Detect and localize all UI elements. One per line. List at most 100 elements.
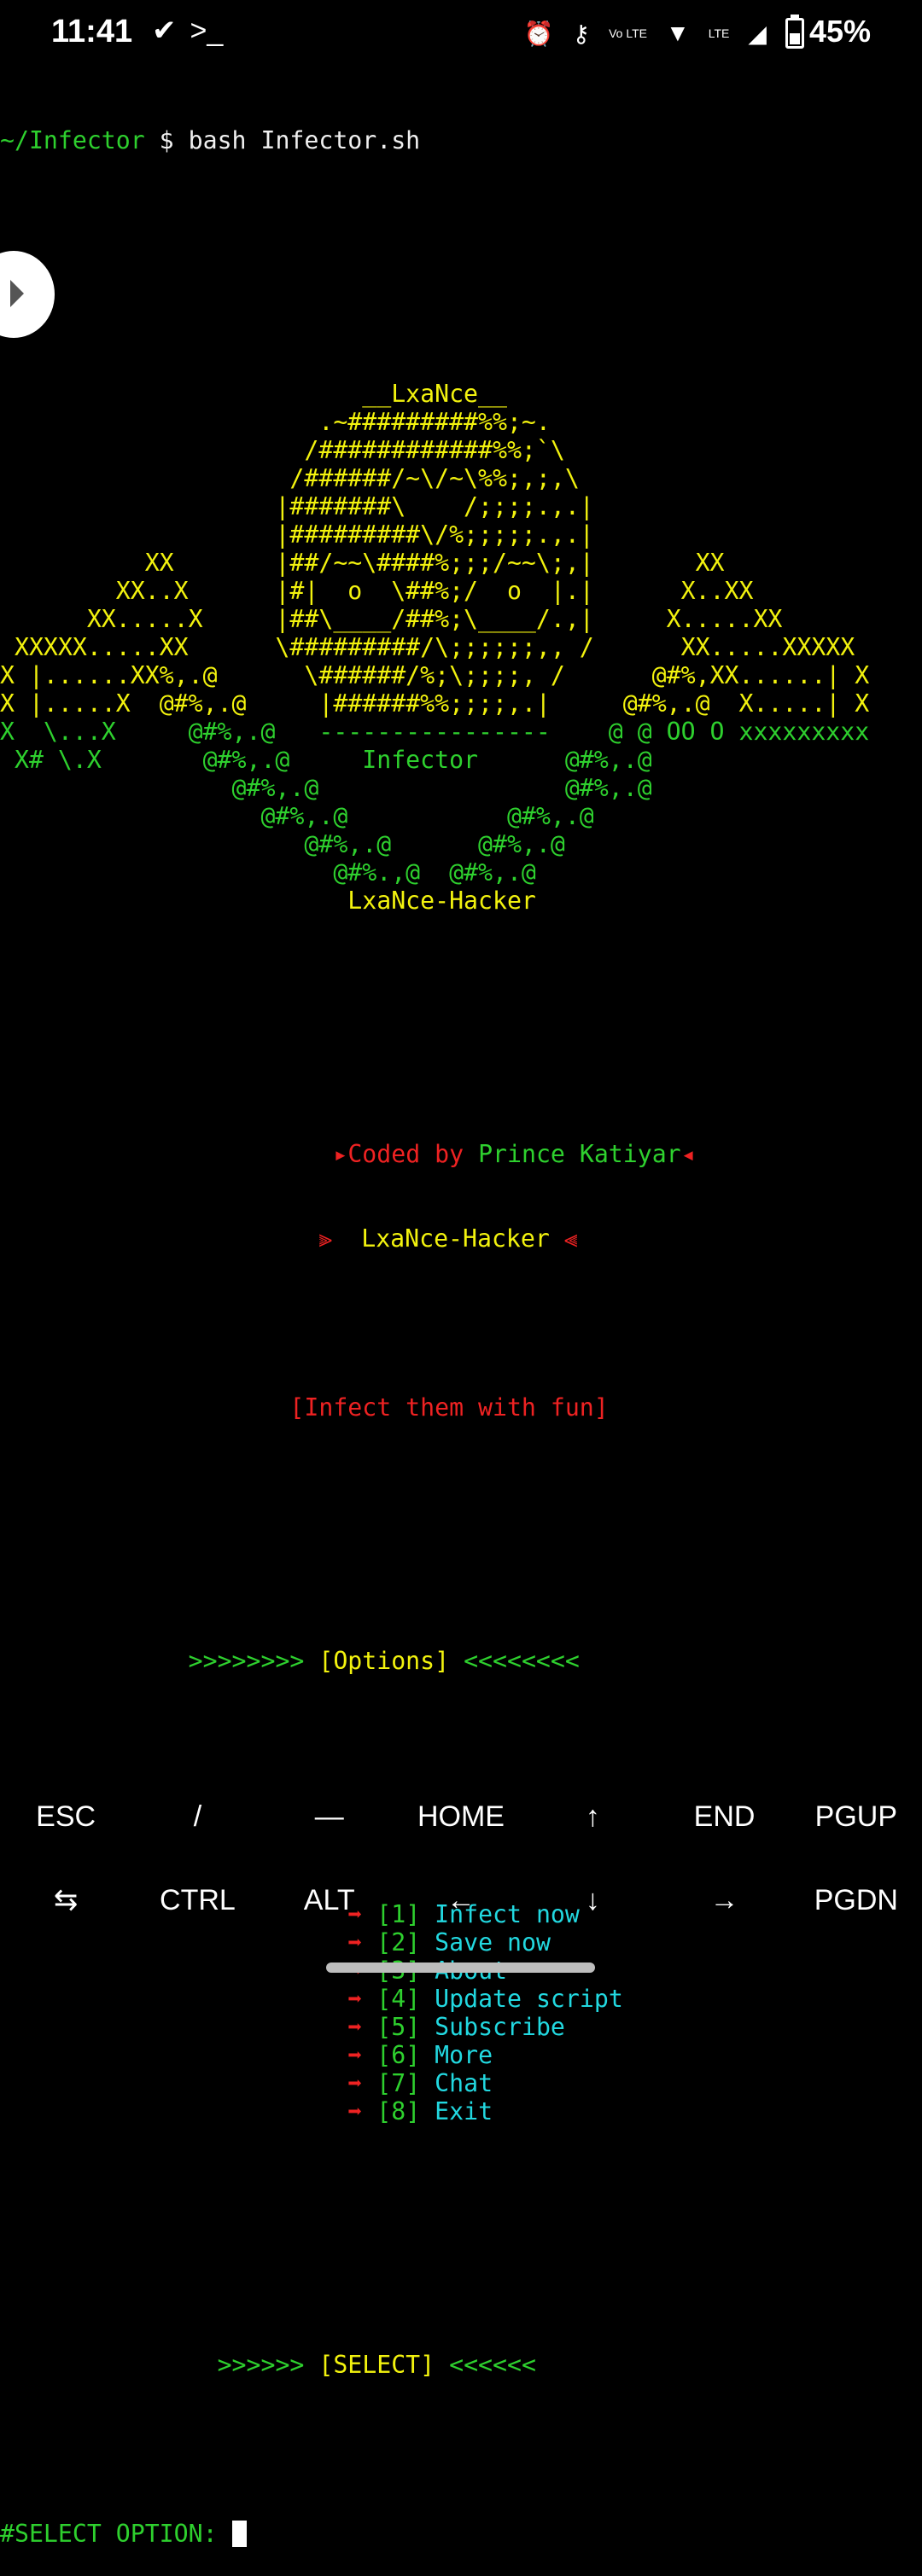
ascii-art-segment: |#######\ /;;;;.,.| bbox=[0, 492, 594, 520]
ascii-art-segment: @#%,.@ @#%,.@ bbox=[0, 802, 594, 830]
ascii-art-segment: |#########\/%;;;;;.,.| bbox=[0, 520, 594, 549]
ascii-art-segment: |######%%;;;;,.| bbox=[246, 689, 623, 718]
menu-item-number: [8] bbox=[376, 2097, 421, 2125]
status-bar: 11:41 ✔ >_ ⏰ ⚷ Vo LTE ▼ LTE ◢ 45% bbox=[0, 0, 922, 68]
ascii-art-line: /############%%;`\ bbox=[0, 436, 922, 464]
prompt-symbol: $ bbox=[144, 126, 189, 154]
arrow-down-key[interactable]: ↓ bbox=[527, 1858, 658, 1942]
status-time: 11:41 bbox=[51, 14, 133, 49]
ascii-art-segment: @#%, bbox=[651, 661, 710, 689]
dash-key[interactable]: — bbox=[264, 1775, 395, 1858]
author-handle: LxaNce-Hacker bbox=[361, 1224, 550, 1253]
terminal-prompt-icon: >_ bbox=[190, 15, 224, 47]
ascii-art-line: X |......XX%,.@ \######/%;\;;;;, / @#%,X… bbox=[0, 661, 922, 689]
options-arrows-right: <<<<<<<< bbox=[449, 1647, 580, 1675]
ascii-art-line: |#######\ /;;;;.,.| bbox=[0, 492, 922, 520]
extra-keys-row-2: ⇆ CTRL ALT ← ↓ → PGDN bbox=[0, 1858, 922, 1942]
arrow-right-key[interactable]: → bbox=[658, 1858, 790, 1942]
page-up-key[interactable]: PGUP bbox=[791, 1775, 922, 1858]
menu-item-label: More bbox=[435, 2041, 493, 2069]
ascii-art-segment: XX.....X |##\____/##%;\____/.,| X.....XX bbox=[0, 605, 783, 633]
arrow-right-icon: ➡ bbox=[347, 2069, 363, 2097]
select-title: [SELECT] bbox=[318, 2351, 435, 2379]
arrow-up-key[interactable]: ↑ bbox=[527, 1775, 658, 1858]
arrow-right-icon: ➡ bbox=[347, 2013, 363, 2041]
key-icon: ⚷ bbox=[572, 20, 591, 47]
ascii-art-line: LxaNce-Hacker bbox=[0, 887, 922, 915]
command-line: ~/Infector $ bash Infector.sh bbox=[0, 126, 922, 154]
page-down-key[interactable]: PGDN bbox=[791, 1858, 922, 1942]
arrow-right-icon: ➡ bbox=[347, 1985, 363, 2013]
wifi-icon: ▼ bbox=[665, 20, 690, 47]
double-triangle-left-icon: ⫷ bbox=[563, 1224, 578, 1253]
menu-item-number: [4] bbox=[376, 1985, 421, 2013]
ascii-art-segment: @#%.,@ @#%,.@ bbox=[0, 858, 536, 887]
check-badge-icon: ✔ bbox=[152, 15, 177, 47]
menu-item-label: Chat bbox=[435, 2069, 493, 2097]
ascii-art-segment: @#%,.@ bbox=[159, 689, 247, 718]
select-option-prompt: #SELECT OPTION: bbox=[0, 2520, 232, 2548]
typed-command: bash Infector.sh bbox=[188, 126, 421, 154]
ascii-art-segment: \######/%;\;;;;, / bbox=[217, 661, 652, 689]
slash-key[interactable]: / bbox=[131, 1775, 263, 1858]
ascii-art-segment: @#%,.@ @#%,.@ bbox=[0, 830, 565, 858]
battery-percent: 45% bbox=[808, 14, 871, 49]
tab-key[interactable]: ⇆ bbox=[0, 1858, 131, 1942]
prompt-path: ~/Infector bbox=[0, 126, 145, 154]
coded-by-label: Coded by bbox=[347, 1140, 464, 1168]
options-arrows-left: >>>>>>>> bbox=[188, 1647, 319, 1675]
menu-item-number: [6] bbox=[376, 2041, 421, 2069]
alt-key[interactable]: ALT bbox=[264, 1858, 395, 1942]
arrow-left-key[interactable]: ← bbox=[395, 1858, 527, 1942]
select-arrows-left: >>>>>> bbox=[217, 2351, 319, 2379]
battery-icon bbox=[785, 15, 804, 49]
arrow-right-icon: ➡ bbox=[347, 2097, 363, 2125]
ascii-art-line: XX |##/~~\####%;;;/~~\;,| XX bbox=[0, 549, 922, 577]
ascii-art-line: XXXXX.....XX \#########/\;;;;;;,, / XX..… bbox=[0, 633, 922, 661]
triangle-left-icon: ◂ bbox=[680, 1140, 696, 1168]
volte-icon: Vo LTE bbox=[609, 26, 647, 41]
system-icons: ⏰ ⚷ Vo LTE ▼ LTE ◢ 45% bbox=[524, 14, 871, 49]
ascii-art-segment: X |.....X bbox=[0, 689, 160, 718]
triangle-right-icon: ▸ bbox=[333, 1140, 348, 1168]
ascii-art-segment: X |......XX%,.@ bbox=[0, 661, 218, 689]
select-arrows-right: <<<<<< bbox=[435, 2351, 536, 2379]
options-header: >>>>>>>> [Options] <<<<<<<< bbox=[0, 1647, 922, 1675]
end-key[interactable]: END bbox=[658, 1775, 790, 1858]
ascii-art-segment: X \...X @#%,.@ ---------------- @ @ OO O… bbox=[0, 718, 870, 746]
terminal-output[interactable]: ~/Infector $ bash Infector.sh __LxaNce__… bbox=[0, 70, 922, 2576]
menu-item: ➡ [7] Chat bbox=[0, 2069, 922, 2097]
menu-item-number: [7] bbox=[376, 2069, 421, 2097]
menu-item-number: [5] bbox=[376, 2013, 421, 2041]
ascii-art-line: X |.....X @#%,.@ |######%%;;;;,.| @#%,.@… bbox=[0, 689, 922, 718]
select-header: >>>>>> [SELECT] <<<<<< bbox=[0, 2351, 922, 2379]
extra-keys-row-1: ESC / — HOME ↑ END PGUP bbox=[0, 1775, 922, 1858]
esc-key[interactable]: ESC bbox=[0, 1775, 131, 1858]
lte-signal-icon: LTE bbox=[708, 26, 730, 41]
ascii-art-line: __LxaNce__ bbox=[0, 380, 922, 408]
ascii-art-segment: @#%,.@ @#%,.@ bbox=[0, 774, 652, 802]
ascii-art-segment: .~#########%%;~. bbox=[0, 408, 551, 436]
arrow-right-icon: ➡ bbox=[347, 2041, 363, 2069]
ctrl-key[interactable]: CTRL bbox=[131, 1858, 263, 1942]
menu-item: ➡ [6] More bbox=[0, 2041, 922, 2069]
ascii-art-segment: LxaNce-Hacker bbox=[0, 887, 536, 915]
menu-item: ➡ [8] Exit bbox=[0, 2097, 922, 2125]
text-cursor[interactable] bbox=[231, 2521, 247, 2547]
author-name: Prince Katiyar bbox=[478, 1140, 681, 1168]
ascii-art-segment: X# \.X @#%,.@ Infector @#%,.@ bbox=[0, 746, 652, 774]
select-input-line[interactable]: #SELECT OPTION: bbox=[0, 2520, 922, 2548]
tagline: [Infect them with fun] bbox=[289, 1393, 609, 1422]
ascii-art-line: @#%.,@ @#%,.@ bbox=[0, 858, 922, 887]
home-key[interactable]: HOME bbox=[395, 1775, 527, 1858]
ascii-art-line: @#%,.@ @#%,.@ bbox=[0, 774, 922, 802]
ascii-art-line: X \...X @#%,.@ ---------------- @ @ OO O… bbox=[0, 718, 922, 746]
signal-icon: ◢ bbox=[748, 20, 767, 47]
gesture-nav-bar[interactable] bbox=[326, 1963, 595, 1973]
ascii-art-segment: /######/~\/~\%%;,;,\ bbox=[0, 464, 580, 492]
ascii-art-segment: XX |##/~~\####%;;;/~~\;,| XX bbox=[0, 549, 725, 577]
menu-item-label: Update script bbox=[435, 1985, 623, 2013]
ascii-art-segment: X.....| X bbox=[709, 689, 870, 718]
tagline-line: [Infect them with fun] bbox=[0, 1393, 922, 1422]
ascii-art-line: .~#########%%;~. bbox=[0, 408, 922, 436]
